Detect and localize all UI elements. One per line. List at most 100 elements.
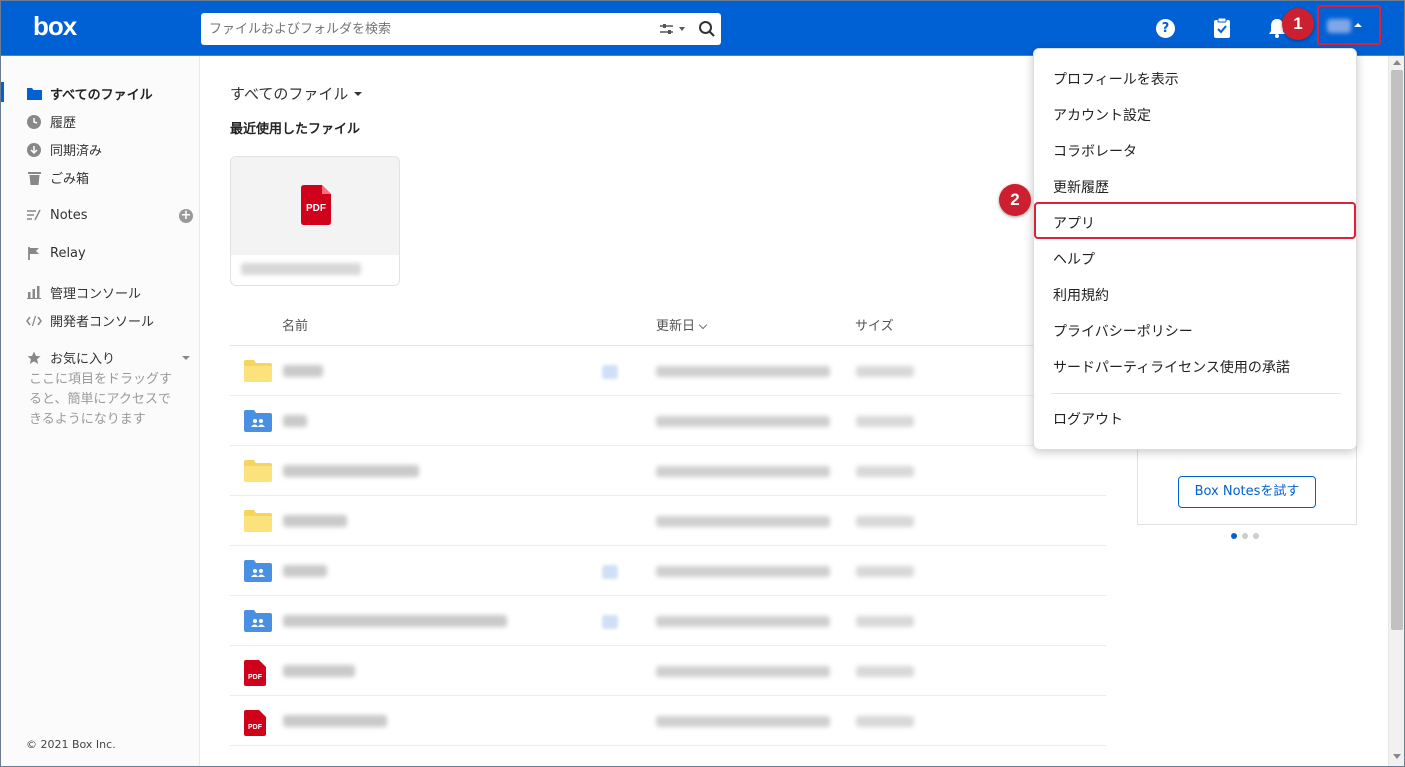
star-icon [26, 350, 42, 366]
size-redacted [856, 616, 914, 627]
file-name-redacted[interactable] [283, 565, 327, 577]
sidebar-item-label: ごみ箱 [50, 172, 90, 187]
carousel-dot[interactable] [1231, 533, 1237, 539]
updated-date-redacted [656, 616, 830, 627]
sidebar-item-label: お気に入り [50, 352, 116, 367]
favorites-hint: ここに項目をドラッグすると、簡単にアクセスできるようになります [29, 372, 173, 427]
help-icon[interactable]: ? [1156, 19, 1175, 38]
file-name-redacted[interactable] [283, 515, 347, 527]
step-badge-1: 1 [1282, 8, 1314, 40]
menu-item-terms[interactable]: 利用規約 [1053, 285, 1109, 305]
updated-date-redacted [656, 666, 830, 677]
breadcrumb[interactable]: すべてのファイル [230, 83, 363, 104]
menu-item-logout[interactable]: ログアウト [1053, 409, 1123, 429]
menu-item-privacy[interactable]: プライバシーポリシー [1053, 321, 1193, 341]
table-row[interactable] [230, 546, 1106, 596]
sidebar-item-favorites[interactable]: お気に入り [26, 348, 115, 367]
scroll-up-icon[interactable] [1393, 60, 1401, 65]
size-redacted [856, 416, 914, 427]
scrollbar[interactable] [1388, 56, 1405, 767]
folder-icon [244, 510, 272, 536]
try-box-notes-button[interactable]: Box Notesを試す [1178, 476, 1316, 508]
clock-icon [26, 114, 42, 130]
sidebar-item-relay[interactable]: Relay [26, 245, 86, 261]
scroll-down-icon[interactable] [1393, 754, 1401, 759]
size-redacted [856, 366, 914, 377]
recent-files-title: 最近使用したファイル [230, 122, 361, 137]
breadcrumb-label: すべてのファイル [230, 85, 349, 103]
column-header-name[interactable]: 名前 [282, 315, 308, 334]
step-badge-2: 2 [999, 184, 1031, 216]
table-row[interactable] [230, 496, 1106, 546]
notes-promo-panel: Box Notesを試す [1137, 440, 1357, 525]
search-icon[interactable] [698, 20, 716, 42]
updated-date-redacted [656, 416, 830, 427]
search-input[interactable] [209, 19, 639, 39]
sidebar-item-label: Notes [50, 207, 88, 223]
sidebar-item-synced[interactable]: 同期済み [26, 140, 102, 159]
column-header-size[interactable]: サイズ [855, 315, 894, 334]
menu-item-update-history[interactable]: 更新履歴 [1053, 177, 1109, 197]
account-dropdown-menu: プロフィールを表示 アカウント設定 コラボレータ 更新履歴 アプリ ヘルプ 利用… [1033, 48, 1357, 450]
file-name-redacted[interactable] [283, 365, 323, 377]
pdf-icon: PDF [301, 185, 331, 229]
pdf-icon: PDF [244, 710, 266, 740]
relay-icon [26, 245, 42, 261]
chart-icon [26, 285, 42, 301]
tasks-icon[interactable] [1212, 17, 1234, 39]
table-row[interactable]: PDF [230, 696, 1106, 746]
scroll-thumb[interactable] [1391, 70, 1403, 630]
updated-date-redacted [656, 716, 830, 727]
pdf-label: PDF [306, 203, 326, 214]
file-name-redacted[interactable] [283, 465, 419, 477]
size-redacted [856, 466, 914, 477]
folder-icon [244, 460, 272, 486]
highlight-apps [1034, 202, 1356, 239]
sidebar-item-notes[interactable]: Notes [26, 207, 88, 223]
updated-date-redacted [656, 516, 830, 527]
sidebar-item-history[interactable]: 履歴 [26, 112, 76, 131]
box-logo[interactable]: box [33, 11, 77, 42]
menu-item-account-settings[interactable]: アカウント設定 [1053, 105, 1151, 125]
table-row[interactable] [230, 596, 1106, 646]
svg-text:PDF: PDF [248, 674, 263, 681]
updated-date-redacted [656, 366, 830, 377]
menu-divider [1051, 393, 1341, 394]
search-box[interactable] [201, 13, 721, 45]
menu-item-help[interactable]: ヘルプ [1053, 249, 1095, 269]
sidebar-item-dev-console[interactable]: 開発者コンソール [26, 311, 154, 330]
column-header-updated[interactable]: 更新日 [656, 315, 708, 334]
add-note-button[interactable]: + [179, 209, 193, 223]
sort-caret-icon [698, 320, 708, 330]
sidebar-item-all-files[interactable]: すべてのファイル [26, 84, 153, 103]
copyright: © 2021 Box Inc. [26, 738, 116, 751]
menu-item-third-party[interactable]: サードパーティライセンス使用の承諾 [1053, 357, 1290, 377]
filter-icon[interactable] [659, 21, 687, 41]
sidebar-item-trash[interactable]: ごみ箱 [26, 168, 89, 187]
collab-status-icon [602, 365, 618, 379]
recent-file-card[interactable]: PDF [230, 156, 400, 286]
menu-item-collaborators[interactable]: コラボレータ [1053, 141, 1137, 161]
file-name-redacted[interactable] [283, 415, 307, 427]
table-row[interactable] [230, 346, 1106, 396]
table-row[interactable] [230, 446, 1106, 496]
size-redacted [856, 666, 914, 677]
sidebar-item-label: 同期済み [50, 144, 103, 159]
carousel-dot[interactable] [1242, 533, 1248, 539]
carousel-dots [1231, 533, 1259, 539]
file-name-redacted[interactable] [283, 665, 355, 677]
sidebar-item-admin-console[interactable]: 管理コンソール [26, 283, 141, 302]
table-row[interactable]: PDF [230, 646, 1106, 696]
chevron-down-icon[interactable] [182, 356, 190, 360]
carousel-dot[interactable] [1253, 533, 1259, 539]
account-menu-button[interactable] [1317, 5, 1381, 45]
collab-status-icon [602, 615, 618, 629]
sidebar-item-label: 開発者コンソール [50, 315, 155, 330]
file-name-redacted[interactable] [283, 715, 387, 727]
file-name-redacted[interactable] [283, 615, 507, 627]
menu-item-view-profile[interactable]: プロフィールを表示 [1053, 69, 1179, 89]
avatar [1327, 19, 1351, 33]
sidebar: すべてのファイル 履歴 同期済み ごみ箱 Notes + Relay 管理コンソ… [0, 56, 200, 767]
table-row[interactable] [230, 396, 1106, 446]
sidebar-item-label: Relay [50, 245, 86, 261]
